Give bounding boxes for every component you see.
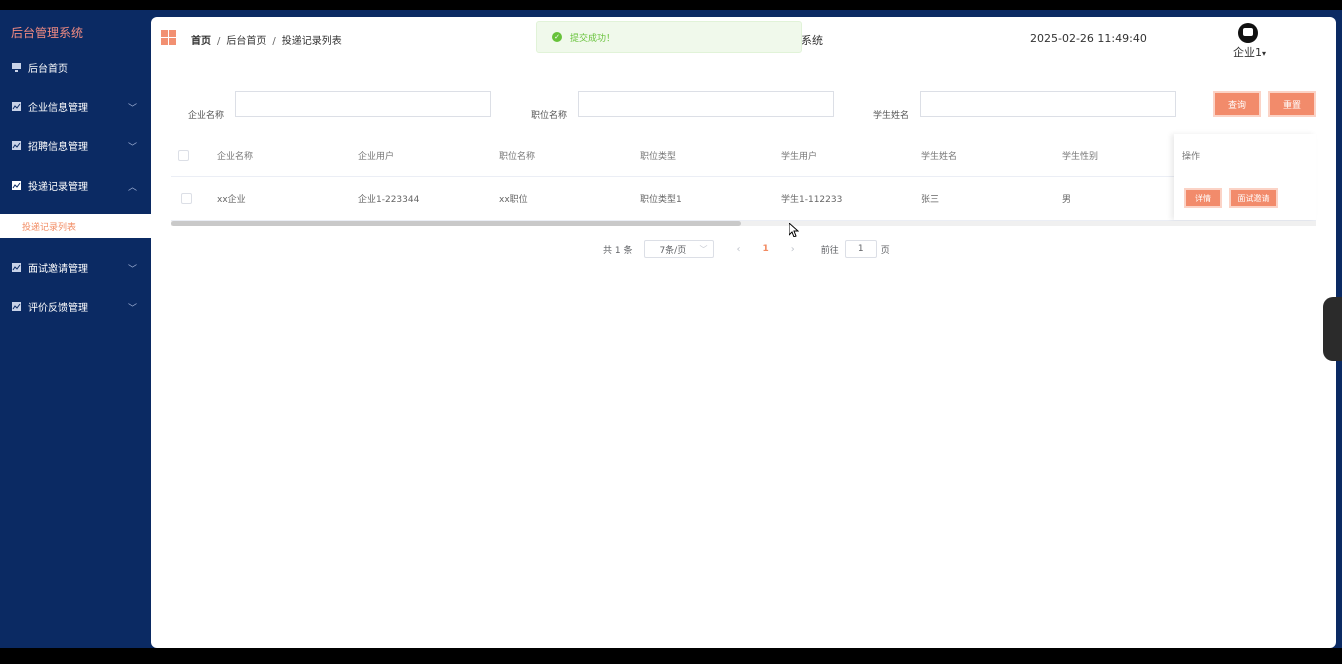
- col-position: 职位名称: [499, 151, 536, 162]
- datetime: 2025-02-26 11:49:40: [1030, 32, 1147, 45]
- interview-invite-button[interactable]: 面试邀请: [1229, 188, 1278, 208]
- detail-button[interactable]: 详情: [1184, 188, 1222, 208]
- chart-icon: [12, 101, 21, 111]
- sidebar-item-company-info[interactable]: 企业信息管理 ﹀: [0, 89, 151, 123]
- check-circle-icon: ✓: [552, 32, 562, 42]
- chevron-up-icon: ︿: [127, 183, 137, 193]
- breadcrumb-dashboard[interactable]: 后台首页: [226, 36, 266, 47]
- sidebar-item-label: 投递记录管理: [28, 181, 88, 193]
- col-company: 企业名称: [217, 151, 254, 162]
- page-size-select[interactable]: 7条/页 ﹀: [644, 240, 715, 258]
- success-toast: ✓ 提交成功！: [536, 21, 802, 53]
- cell-gender: 男: [1062, 194, 1072, 205]
- page-number-current[interactable]: 1: [762, 244, 768, 254]
- toast-message: 提交成功！: [570, 33, 616, 44]
- student-label: 学生姓名: [873, 111, 910, 121]
- cell-student-user: 学生1-112233: [781, 194, 843, 205]
- prev-page-icon[interactable]: ‹: [736, 244, 740, 255]
- col-student-user: 学生用户: [781, 151, 818, 162]
- sidebar-item-label: 企业信息管理: [28, 102, 88, 114]
- monitor-icon: [12, 62, 21, 72]
- submenu: 投递记录列表: [0, 214, 151, 238]
- position-input[interactable]: [578, 91, 834, 117]
- cell-company: xx企业: [217, 194, 246, 205]
- sidebar-item-label: 招聘信息管理: [28, 141, 88, 153]
- sidebar-item-applications[interactable]: 投递记录管理 ︿: [0, 168, 151, 202]
- breadcrumb: 首页 / 后台首页 / 投递记录列表: [191, 36, 342, 47]
- sidebar-item-recruitment[interactable]: 招聘信息管理 ﹀: [0, 128, 151, 162]
- chevron-down-icon: ▾: [1262, 49, 1267, 58]
- operations-column: 操作 详情 面试邀请: [1174, 134, 1316, 220]
- avatar[interactable]: [1238, 23, 1258, 43]
- sidebar-item-label: 评价反馈管理: [28, 302, 88, 314]
- position-label: 职位名称: [531, 111, 568, 121]
- query-button[interactable]: 查询: [1213, 91, 1261, 117]
- company-input[interactable]: [235, 91, 491, 117]
- cell-company-user: 企业1-223344: [358, 194, 420, 205]
- row-checkbox[interactable]: [181, 176, 192, 220]
- scrollbar-thumb[interactable]: [171, 221, 741, 226]
- chart-icon: [12, 180, 21, 190]
- horizontal-scrollbar[interactable]: [171, 221, 1316, 226]
- sidebar-item-interviews[interactable]: 面试邀请管理 ﹀: [0, 250, 151, 284]
- chart-icon: [12, 140, 21, 150]
- chevron-down-icon: ﹀: [127, 304, 137, 314]
- app-frame: 后台管理系统 后台首页 企业信息管理 ﹀ 招聘信息管理 ﹀ 投递记录管理 ︿ 投…: [0, 10, 1342, 648]
- goto-page-input[interactable]: 1: [844, 240, 877, 258]
- sidebar-item-label: 面试邀请管理: [28, 263, 88, 275]
- chevron-down-icon: ﹀: [699, 244, 708, 254]
- next-page-icon[interactable]: ›: [791, 244, 795, 255]
- sidebar-item-home[interactable]: 后台首页: [0, 50, 151, 84]
- student-input[interactable]: [920, 91, 1176, 117]
- brand-title: 后台管理系统: [11, 26, 84, 40]
- cell-position-type: 职位类型1: [640, 194, 682, 205]
- col-student-name: 学生姓名: [921, 151, 958, 162]
- mouse-cursor-icon: [789, 223, 799, 237]
- goto-label: 前往: [820, 245, 839, 256]
- chevron-down-icon: ﹀: [127, 143, 137, 153]
- breadcrumb-home[interactable]: 首页: [191, 36, 211, 47]
- grid-menu-icon[interactable]: [161, 30, 176, 45]
- main-panel: 首页 / 后台首页 / 投递记录列表 系统 2025-02-26 11:49:40 企业…: [151, 17, 1342, 648]
- chart-icon: [12, 262, 21, 272]
- table-header: 企业名称 企业用户 职位名称 职位类型 学生用户 学生姓名 学生性别: [171, 134, 1316, 177]
- sidebar-item-feedback[interactable]: 评价反馈管理 ﹀: [0, 289, 151, 323]
- chevron-down-icon: ﹀: [127, 104, 137, 114]
- total-count: 共 1 条: [603, 245, 633, 256]
- col-gender: 学生性别: [1062, 151, 1099, 162]
- breadcrumb-current: 投递记录列表: [281, 36, 342, 47]
- col-operations: 操作: [1182, 151, 1201, 162]
- records-table: 企业名称 企业用户 职位名称 职位类型 学生用户 学生姓名 学生性别 xx企业 …: [171, 134, 1316, 226]
- system-title: 系统: [801, 34, 823, 47]
- sidebar-subitem-application-list[interactable]: 投递记录列表: [2, 214, 151, 238]
- select-all-checkbox[interactable]: [178, 134, 189, 176]
- sidebar: 后台管理系统 后台首页 企业信息管理 ﹀ 招聘信息管理 ﹀ 投递记录管理 ︿ 投…: [0, 10, 151, 648]
- reset-button[interactable]: 重置: [1268, 91, 1316, 117]
- company-label: 企业名称: [188, 111, 225, 121]
- col-company-user: 企业用户: [358, 151, 395, 162]
- chart-icon: [12, 301, 21, 311]
- col-position-type: 职位类型: [640, 151, 677, 162]
- table-row: xx企业 企业1-223344 xx职位 职位类型1 学生1-112233 张三…: [171, 176, 1316, 221]
- user-menu[interactable]: 企业1▾: [1233, 44, 1266, 60]
- cell-position: xx职位: [499, 194, 528, 205]
- chevron-down-icon: ﹀: [127, 265, 137, 275]
- sidebar-item-label: 后台首页: [28, 63, 68, 75]
- pagination: 共 1 条 7条/页 ﹀ ‹ 1 › 前往 1 页: [603, 239, 890, 259]
- side-drawer-handle[interactable]: [1323, 297, 1342, 361]
- goto-suffix: 页: [880, 245, 890, 256]
- cell-student-name: 张三: [921, 194, 940, 205]
